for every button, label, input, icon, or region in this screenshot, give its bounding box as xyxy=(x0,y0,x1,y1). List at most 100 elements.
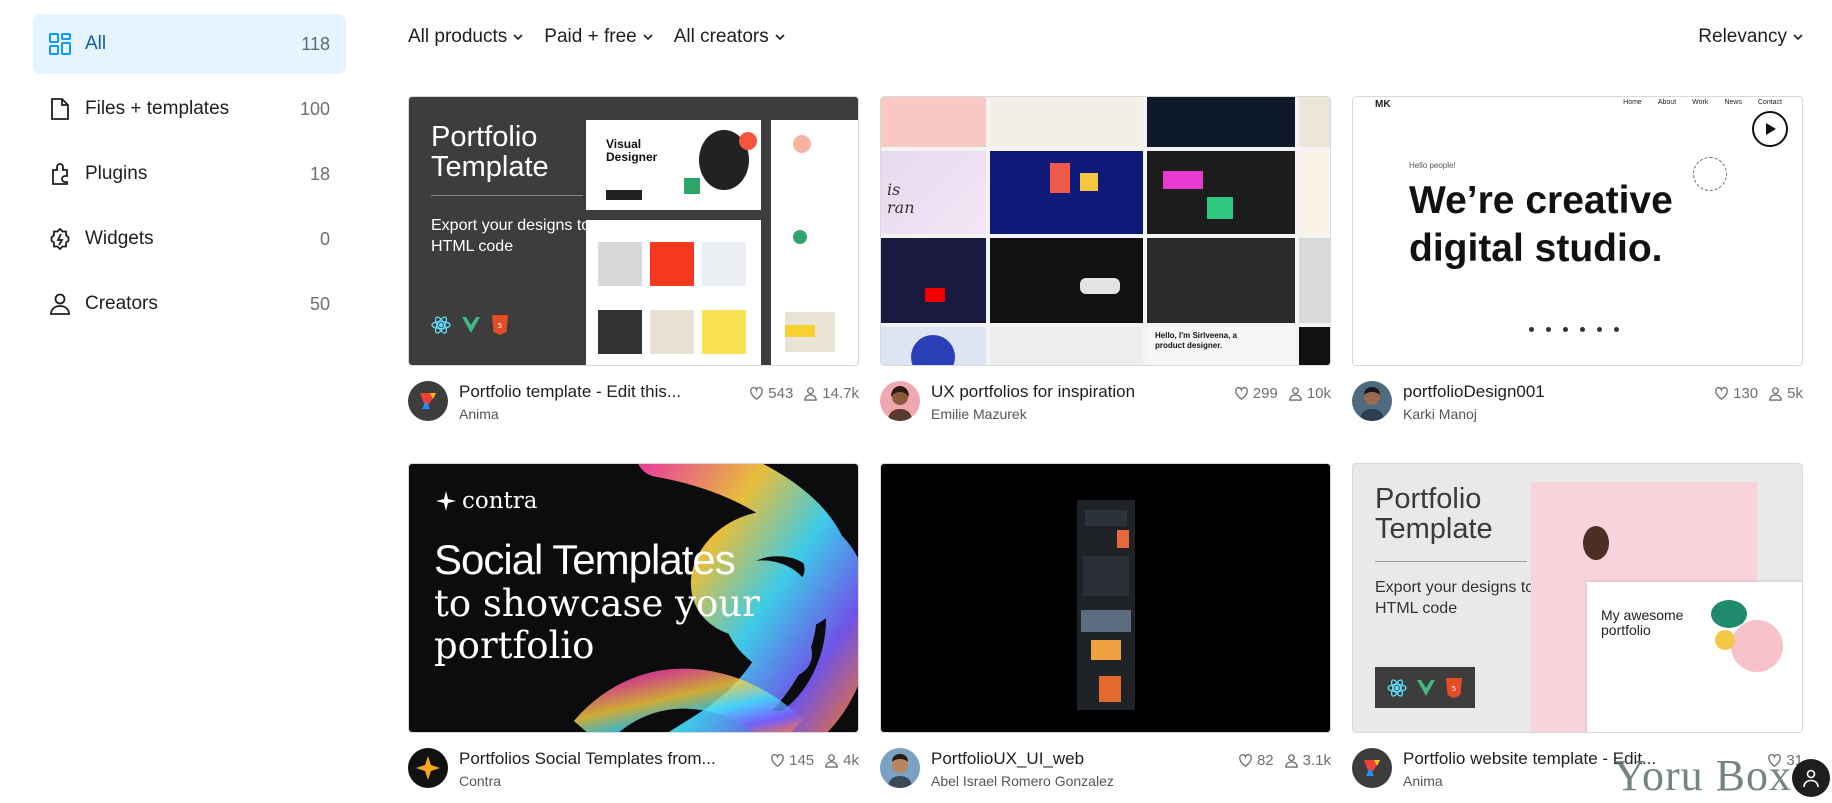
card-title[interactable]: PortfolioUX_UI_web xyxy=(931,748,1238,770)
thumb-nav-item: Work xyxy=(1692,99,1709,106)
result-card[interactable]: is ran Hello, I'm Sirlveena, a product des… xyxy=(880,96,1331,439)
thumb-heading: Portfolio Template xyxy=(431,121,549,183)
card-creator[interactable]: Abel Israel Romero Gonzalez xyxy=(931,772,1238,790)
users-stat: 4k xyxy=(824,752,859,769)
card-thumbnail[interactable]: Portfolio Template Export your designs t… xyxy=(1352,463,1803,733)
chevron-down-icon xyxy=(513,34,523,41)
collage-tile xyxy=(1299,238,1330,323)
products-filter-label: All products xyxy=(408,26,508,47)
creator-avatar[interactable] xyxy=(1352,381,1392,421)
sidebar-item-plugins[interactable]: Plugins 18 xyxy=(33,144,346,204)
users-count: 10k xyxy=(1306,385,1331,402)
corner-profile-avatar[interactable] xyxy=(1792,759,1830,797)
chevron-down-icon xyxy=(775,34,785,41)
users-count: 5k xyxy=(1787,385,1803,402)
users-count: 3.1k xyxy=(1302,752,1331,769)
card-stats: 130 5k xyxy=(1714,385,1803,402)
card-creator[interactable]: Karki Manoj xyxy=(1403,405,1714,423)
result-card[interactable]: Portfolio Template Export your designs t… xyxy=(408,96,859,439)
collage-tile xyxy=(1147,151,1295,234)
card-title[interactable]: UX portfolios for inspiration xyxy=(931,381,1234,403)
chevron-down-icon xyxy=(643,34,653,41)
vue-icon xyxy=(1416,679,1435,696)
card-creator[interactable]: Emilie Mazurek xyxy=(931,405,1234,423)
creator-avatar[interactable] xyxy=(880,748,920,788)
social-dot xyxy=(1546,327,1551,332)
play-icon[interactable] xyxy=(1752,111,1788,147)
social-dot xyxy=(1597,327,1602,332)
collage-tile xyxy=(1299,151,1330,234)
contra-brand: contra xyxy=(436,488,538,514)
sidebar-item-widgets[interactable]: Widgets 0 xyxy=(33,209,346,269)
pricing-filter-dropdown[interactable]: Paid + free xyxy=(544,26,653,48)
watermark: Yoru Box xyxy=(1613,751,1792,800)
thumb-social-icons xyxy=(1529,327,1619,332)
collage-tile xyxy=(1147,238,1295,323)
sidebar-item-label: Files + templates xyxy=(85,98,230,119)
contra-logo-icon xyxy=(416,756,440,780)
card-thumbnail[interactable] xyxy=(880,463,1331,733)
result-card[interactable]: PortfolioUX_UI_web Abel Israel Romero Go… xyxy=(880,463,1331,803)
thumb-logo: MK xyxy=(1375,99,1391,110)
contra-brand-name: contra xyxy=(462,488,538,514)
sidebar-item-count: 100 xyxy=(299,98,330,119)
products-filter-dropdown[interactable]: All products xyxy=(408,26,524,48)
creator-avatar[interactable] xyxy=(880,381,920,421)
creator-avatar[interactable] xyxy=(1352,748,1392,788)
html5-icon: 5 xyxy=(1445,677,1462,698)
card-meta: PortfolioUX_UI_web Abel Israel Romero Go… xyxy=(880,748,1331,792)
card-title[interactable]: Portfolios Social Templates from... xyxy=(459,748,770,770)
html5-icon: 5 xyxy=(492,315,508,335)
sidebar-item-label: All xyxy=(85,33,107,54)
results-grid: Portfolio Template Export your designs t… xyxy=(408,96,1804,803)
likes-count: 82 xyxy=(1256,752,1274,769)
likes-stat: 145 xyxy=(770,752,814,769)
sidebar-item-all[interactable]: All 118 xyxy=(33,14,346,74)
card-creator[interactable]: Anima xyxy=(459,405,749,423)
sort-dropdown[interactable]: Relevancy xyxy=(1698,26,1804,48)
collage-tile xyxy=(881,97,986,147)
card-creator[interactable]: Contra xyxy=(459,772,770,790)
card-meta: Portfolios Social Templates from... Cont… xyxy=(408,748,859,792)
collage-tile xyxy=(990,97,1143,147)
collage-tile xyxy=(881,238,986,323)
card-thumbnail[interactable]: Portfolio Template Export your designs t… xyxy=(408,96,859,366)
thumb-headline-line1: We’re creative xyxy=(1409,179,1673,222)
widget-icon xyxy=(47,226,73,252)
card-stats: 299 10k xyxy=(1234,385,1331,402)
thumb-subheadline-2: portfolio xyxy=(434,624,595,667)
card-title[interactable]: Portfolio template - Edit this... xyxy=(459,381,749,403)
result-card[interactable]: MK Home About Work News Contact Hello pe… xyxy=(1352,96,1803,439)
users-stat: 3.1k xyxy=(1284,752,1331,769)
thumb-headline: We’re creative digital studio. xyxy=(1409,177,1673,273)
sidebar-item-creators[interactable]: Creators 50 xyxy=(33,274,346,334)
thumb-heading: Portfolio Template xyxy=(1375,483,1493,545)
thumb-headline: Social Templates xyxy=(434,536,736,583)
collage-tile xyxy=(990,151,1143,234)
person-icon xyxy=(1289,387,1302,401)
collage-tile xyxy=(990,238,1143,323)
card-thumbnail[interactable]: MK Home About Work News Contact Hello pe… xyxy=(1352,96,1803,366)
thumb-subtext: Export your designs to HTML code xyxy=(1375,579,1535,617)
anima-logo-icon xyxy=(1364,760,1380,776)
card-meta: portfolioDesign001 Karki Manoj 130 5k xyxy=(1352,381,1803,425)
person-icon xyxy=(804,387,818,401)
sidebar-item-files-templates[interactable]: Files + templates 100 xyxy=(33,79,346,139)
svg-text:5: 5 xyxy=(498,322,502,330)
result-card[interactable]: contra Social Templates to showcase your… xyxy=(408,463,859,803)
creator-avatar[interactable] xyxy=(408,748,448,788)
card-thumbnail[interactable]: contra Social Templates to showcase your… xyxy=(408,463,859,733)
heart-icon xyxy=(1239,754,1252,767)
likes-stat: 543 xyxy=(749,385,793,402)
thumb-nav-item: About xyxy=(1657,99,1677,106)
framework-icons: 5 xyxy=(1375,667,1475,708)
card-thumbnail[interactable]: is ran Hello, I'm Sirlveena, a product des… xyxy=(880,96,1331,366)
creators-filter-dropdown[interactable]: All creators xyxy=(674,26,786,48)
card-title[interactable]: portfolioDesign001 xyxy=(1403,381,1714,403)
creator-avatar[interactable] xyxy=(408,381,448,421)
collage-tile xyxy=(1147,97,1295,147)
heart-icon xyxy=(1715,387,1728,400)
pricing-filter-label: Paid + free xyxy=(544,26,637,47)
collage-tile xyxy=(1299,97,1330,147)
likes-stat: 82 xyxy=(1238,752,1274,769)
